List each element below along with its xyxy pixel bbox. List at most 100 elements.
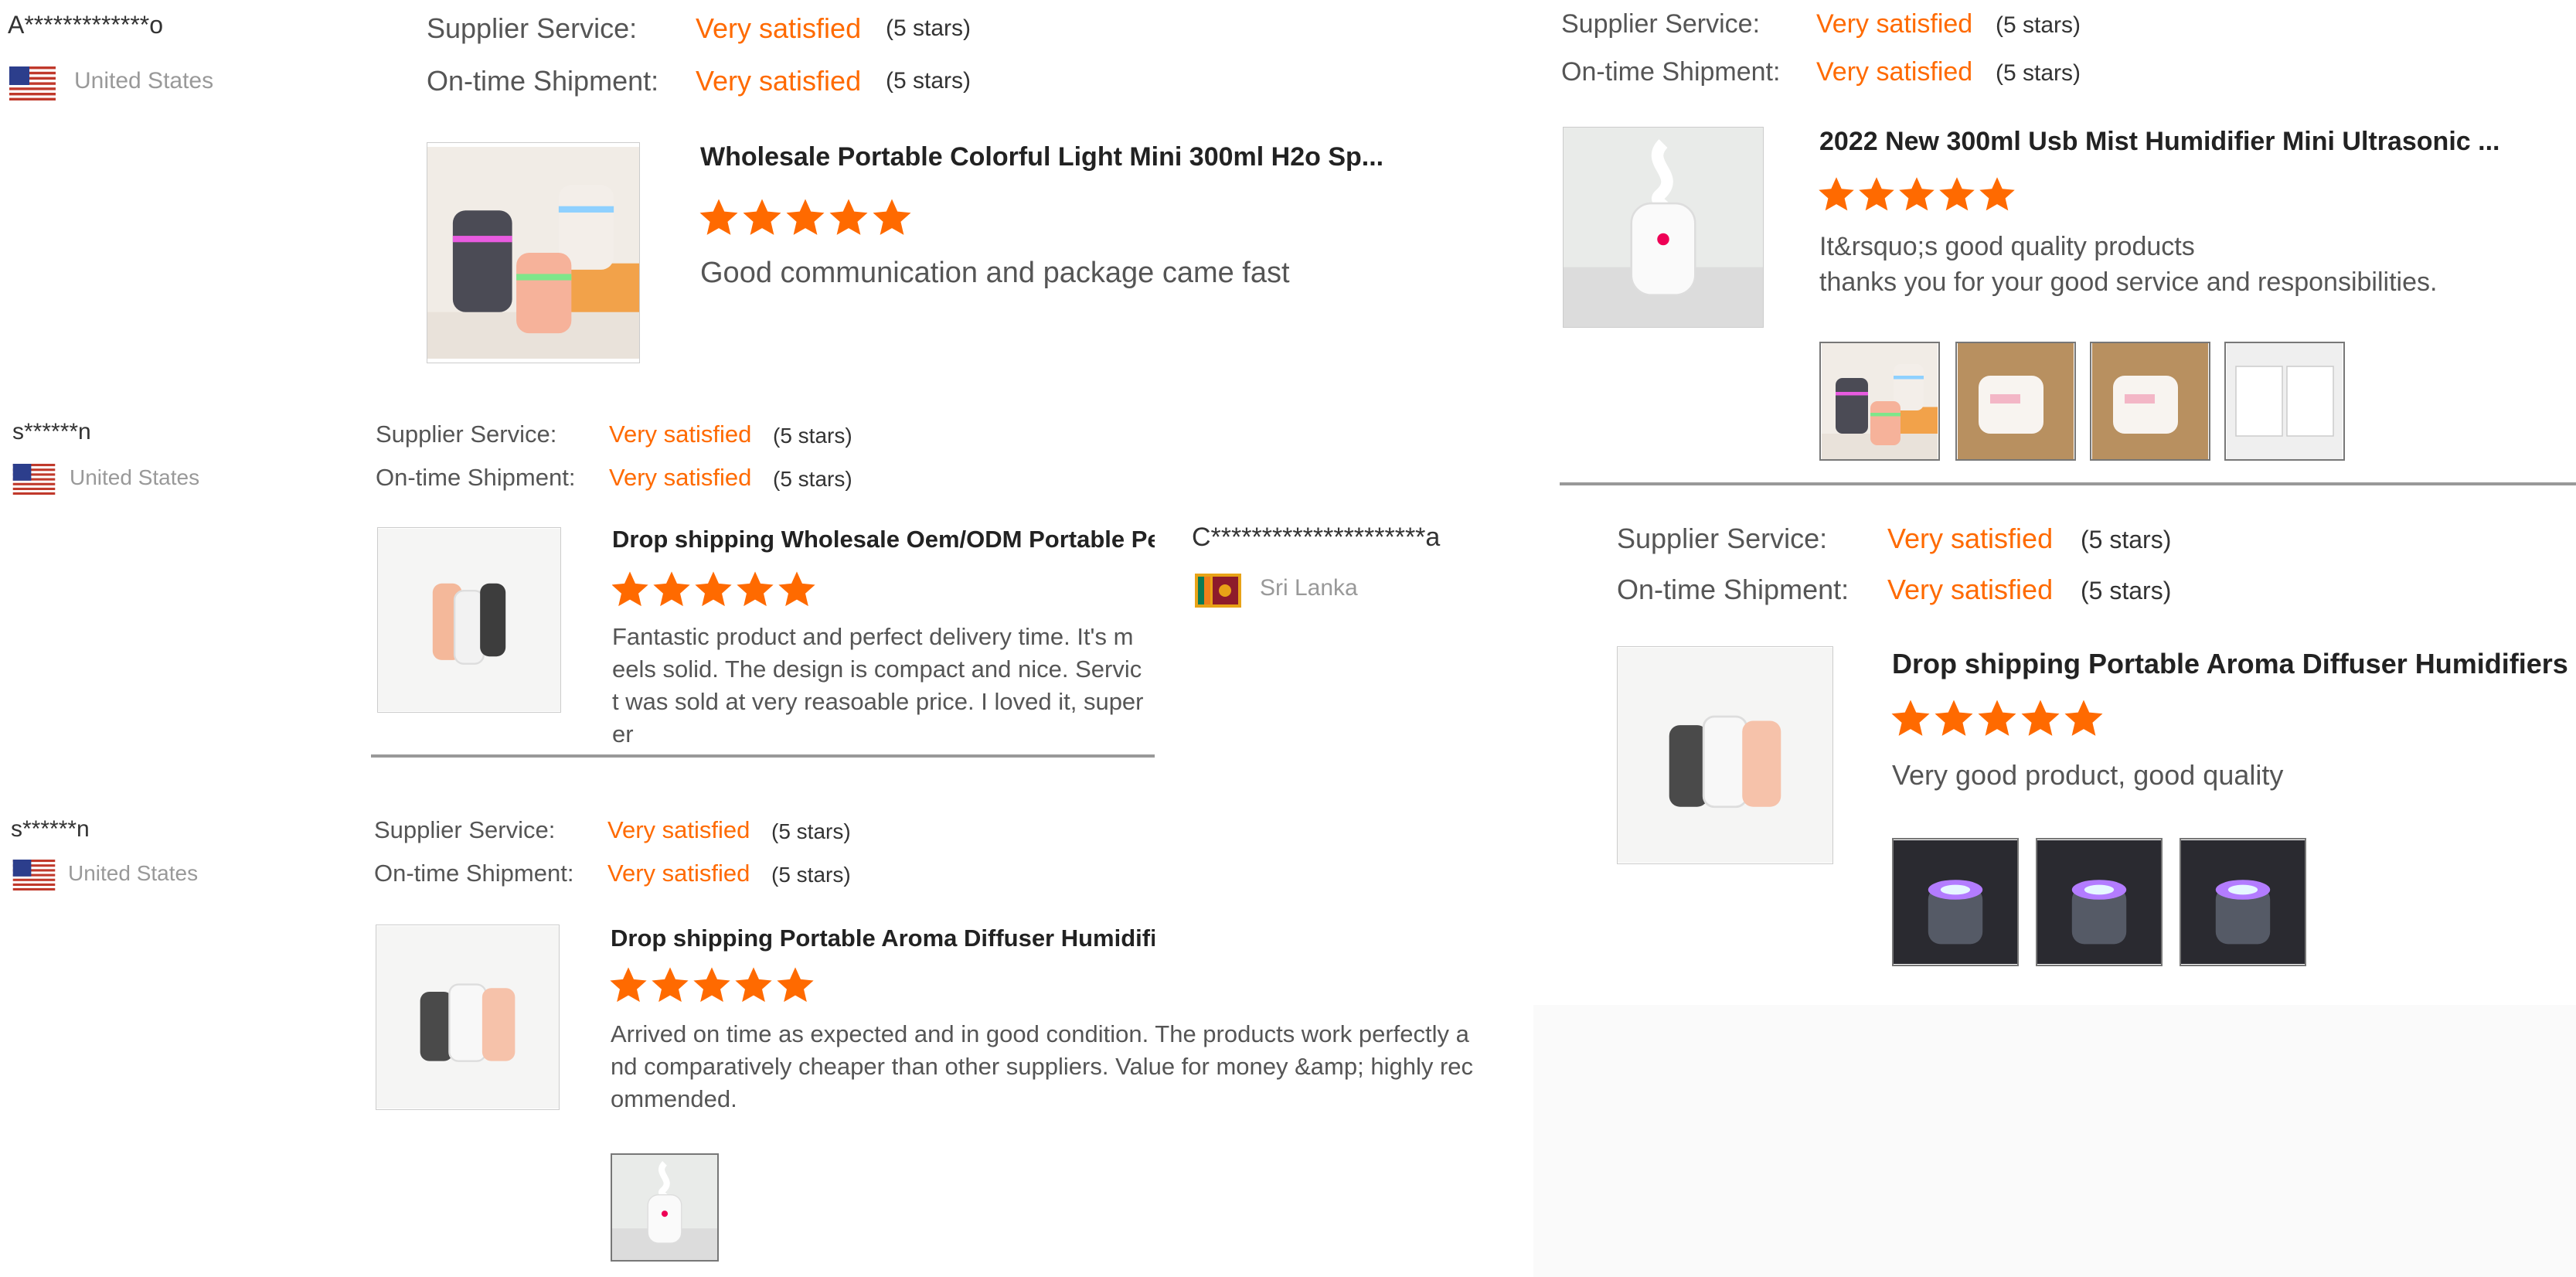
- us-flag-icon: [12, 464, 56, 495]
- buyer-name: A*************o: [8, 11, 164, 39]
- supplier-service-stars: (5 stars): [886, 15, 972, 41]
- review-photo[interactable]: [2224, 342, 2345, 461]
- review-text: Good communication and package came fast: [700, 257, 1290, 289]
- shipment-label: On-time Shipment:: [376, 464, 576, 491]
- supplier-service-value: Very satisfied: [1887, 523, 2054, 554]
- buyer-name: C*********************a: [1192, 523, 1441, 552]
- shipment-stars: (5 stars): [771, 863, 851, 887]
- supplier-service-stars: (5 stars): [1996, 12, 2081, 38]
- shipment-value: Very satisfied: [1816, 57, 1973, 87]
- product-title[interactable]: Drop shipping Portable Aroma Diffuser Hu…: [1892, 648, 2576, 680]
- star-icon: [740, 196, 784, 240]
- supplier-service-label: Supplier Service:: [376, 421, 557, 448]
- supplier-service-label: Supplier Service:: [1617, 523, 1828, 554]
- rating-stars: [607, 965, 816, 1006]
- star-icon: [1897, 175, 1937, 215]
- shipment-value: Very satisfied: [1887, 574, 2054, 605]
- supplier-service-value: Very satisfied: [607, 816, 750, 843]
- supplier-service-value: Very satisfied: [609, 421, 752, 448]
- star-icon: [784, 196, 827, 240]
- empty-panel: [1533, 1005, 2576, 1277]
- star-icon: [697, 196, 740, 240]
- us-flag-icon: [12, 860, 56, 890]
- star-icon: [1816, 175, 1856, 215]
- shipment-label: On-time Shipment:: [374, 860, 574, 887]
- review-photo[interactable]: [1955, 342, 2076, 461]
- star-icon: [870, 196, 914, 240]
- sri-lanka-flag-icon: [1195, 574, 1241, 608]
- shipment-label: On-time Shipment:: [427, 65, 659, 97]
- buyer-country: United States: [74, 68, 214, 94]
- star-icon: [607, 965, 649, 1006]
- product-thumbnail[interactable]: [1563, 127, 1764, 328]
- star-icon: [776, 569, 818, 611]
- star-icon: [734, 569, 776, 611]
- review-text: Very good product, good quality: [1892, 759, 2284, 791]
- star-icon: [1937, 175, 1977, 215]
- shipment-value: Very satisfied: [696, 65, 862, 97]
- review-divider: [371, 754, 1155, 758]
- buyer-country: United States: [70, 465, 200, 489]
- product-title[interactable]: Wholesale Portable Colorful Light Mini 3…: [700, 142, 1411, 172]
- rating-stars: [1889, 697, 2105, 741]
- product-thumbnail[interactable]: [1617, 646, 1833, 864]
- shipment-value: Very satisfied: [607, 860, 750, 887]
- review-photo[interactable]: [2036, 838, 2163, 966]
- review-text-line: thanks you for your good service and res…: [1819, 267, 2438, 297]
- review-text-line: eels solid. The design is compact and ni…: [612, 656, 1142, 683]
- star-icon: [612, 569, 651, 611]
- supplier-service-label: Supplier Service:: [427, 12, 638, 44]
- supplier-service-stars: (5 stars): [2081, 526, 2172, 553]
- shipment-stars: (5 stars): [773, 467, 852, 491]
- review-photo[interactable]: [611, 1153, 719, 1262]
- star-icon: [1856, 175, 1897, 215]
- shipment-stars: (5 stars): [2081, 577, 2172, 604]
- star-icon: [651, 569, 692, 611]
- review-photo[interactable]: [2180, 838, 2306, 966]
- review-photo[interactable]: [1819, 342, 1940, 461]
- shipment-stars: (5 stars): [886, 68, 972, 94]
- star-icon: [692, 569, 734, 611]
- review-text-line: er: [612, 720, 634, 747]
- review-text-line: It&rsquo;s good quality products: [1819, 232, 2195, 261]
- star-icon: [733, 965, 774, 1006]
- product-thumbnail[interactable]: [427, 142, 640, 363]
- shipment-stars: (5 stars): [1996, 60, 2081, 86]
- rating-stars: [612, 569, 818, 611]
- buyer-country: Sri Lanka: [1260, 575, 1358, 601]
- us-flag-icon: [9, 66, 56, 100]
- shipment-value: Very satisfied: [609, 464, 752, 491]
- buyer-country: United States: [68, 861, 199, 885]
- review-text-line: Fantastic product and perfect delivery t…: [612, 623, 1134, 650]
- buyer-name: s******n: [12, 419, 91, 444]
- product-thumbnail[interactable]: [376, 925, 560, 1110]
- review-text-line: nd comparatively cheaper than other supp…: [611, 1053, 1474, 1080]
- supplier-service-label: Supplier Service:: [1561, 9, 1761, 39]
- star-icon: [2019, 697, 2062, 741]
- supplier-service-value: Very satisfied: [1816, 9, 1973, 39]
- shipment-label: On-time Shipment:: [1561, 57, 1781, 87]
- star-icon: [827, 196, 870, 240]
- rating-stars: [697, 196, 914, 240]
- review-photo[interactable]: [1892, 838, 2019, 966]
- review-photo[interactable]: [2090, 342, 2210, 461]
- product-thumbnail[interactable]: [377, 527, 561, 713]
- star-icon: [1977, 175, 2017, 215]
- review-text-line: Arrived on time as expected and in good …: [611, 1020, 1469, 1047]
- review-divider: [1560, 482, 2576, 485]
- product-title[interactable]: Drop shipping Wholesale Oem/ODM Portable…: [612, 526, 1155, 553]
- review-text-line: ommended.: [611, 1085, 737, 1112]
- star-icon: [1932, 697, 1975, 741]
- supplier-service-stars: (5 stars): [771, 819, 851, 843]
- star-icon: [2062, 697, 2105, 741]
- supplier-service-label: Supplier Service:: [374, 816, 556, 843]
- supplier-service-stars: (5 stars): [773, 424, 852, 448]
- supplier-service-value: Very satisfied: [696, 12, 862, 44]
- star-icon: [1889, 697, 1932, 741]
- product-title[interactable]: 2022 New 300ml Usb Mist Humidifier Mini …: [1819, 127, 2546, 157]
- buyer-name: s******n: [11, 816, 90, 842]
- product-title[interactable]: Drop shipping Portable Aroma Diffuser Hu…: [611, 925, 1155, 952]
- star-icon: [649, 965, 691, 1006]
- star-icon: [1975, 697, 2019, 741]
- star-icon: [774, 965, 816, 1006]
